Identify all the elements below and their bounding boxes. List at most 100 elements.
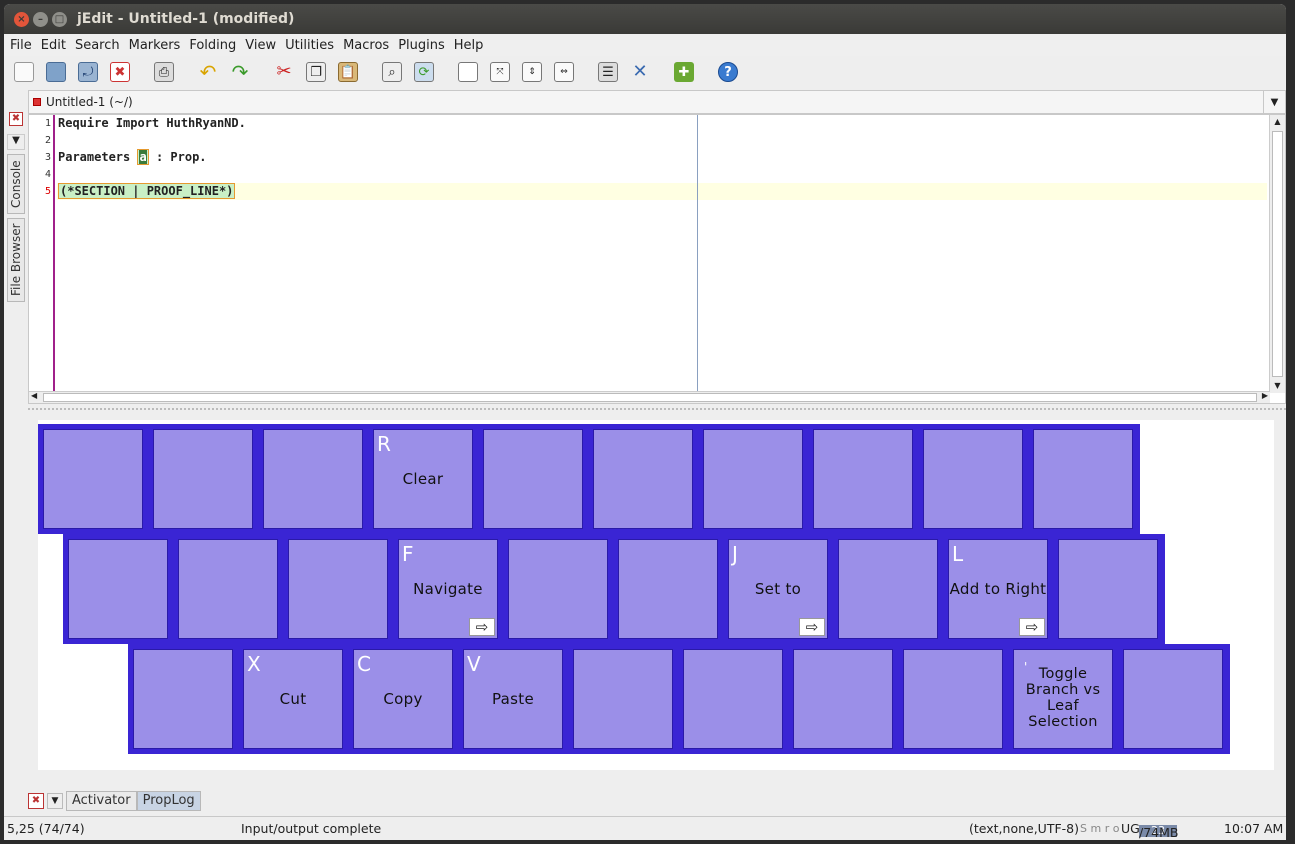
empty-key[interactable] — [618, 539, 718, 639]
plugin-manager-button[interactable]: ✚ — [670, 59, 698, 85]
tab-console[interactable]: Console — [7, 154, 25, 214]
editor-text[interactable]: Require Import HuthRyanND. Parameters a … — [57, 115, 1267, 393]
dock-menu-icon[interactable]: ▼ — [47, 793, 63, 809]
empty-key[interactable] — [903, 649, 1003, 749]
close-window-button[interactable]: × — [14, 11, 29, 27]
empty-key[interactable] — [153, 429, 253, 529]
new-view-button[interactable] — [454, 59, 482, 85]
key-copy[interactable]: C Copy — [353, 649, 453, 749]
menu-plugins[interactable]: Plugins — [398, 38, 445, 53]
key-add-to-right[interactable]: L Add to Right ⇨ — [948, 539, 1048, 639]
code-line-3: Parameters a : Prop. — [57, 149, 1267, 166]
undo-button[interactable]: ↶ — [194, 59, 222, 85]
unsplit-button[interactable]: ⇔ — [550, 59, 578, 85]
menu-utilities[interactable]: Utilities — [285, 38, 334, 53]
empty-key[interactable] — [923, 429, 1023, 529]
tab-file-browser[interactable]: File Browser — [7, 218, 25, 302]
scroll-thumb[interactable] — [1272, 131, 1283, 377]
buffer-switcher[interactable]: Untitled-1 (~/) ▼ — [28, 90, 1286, 114]
print-button[interactable]: ⎙ — [150, 59, 178, 85]
empty-key[interactable] — [68, 539, 168, 639]
split-pane-divider[interactable] — [28, 408, 1286, 414]
key-letter: C — [357, 652, 371, 676]
find-replace-button[interactable]: ⟳ — [410, 59, 438, 85]
key-cut[interactable]: X Cut — [243, 649, 343, 749]
empty-key[interactable] — [178, 539, 278, 639]
text-area[interactable]: 1 2 3 4 5 Require Import HuthRyanND. Par… — [28, 114, 1286, 404]
new-file-button[interactable]: ​ — [10, 59, 38, 85]
plugin-options-icon: ✕ — [632, 61, 648, 82]
menu-markers[interactable]: Markers — [129, 38, 181, 53]
global-options-button[interactable]: ☰ — [594, 59, 622, 85]
menu-search[interactable]: Search — [75, 38, 120, 53]
minimize-window-button[interactable]: – — [33, 11, 48, 27]
help-button[interactable]: ? — [714, 59, 742, 85]
tab-proplog[interactable]: PropLog — [136, 791, 201, 811]
title-bar: × – □ jEdit - Untitled-1 (modified) — [4, 4, 1286, 34]
status-message: Input/output complete — [241, 821, 382, 836]
close-dock-icon[interactable]: ✖ — [9, 112, 23, 126]
line-number: 4 — [44, 169, 51, 180]
menu-edit[interactable]: Edit — [41, 38, 66, 53]
close-dock-icon[interactable]: ✖ — [28, 793, 44, 809]
empty-key[interactable] — [1058, 539, 1158, 639]
split-vertical-button[interactable]: ⇕ — [518, 59, 546, 85]
status-flags[interactable]: S m r o — [1080, 822, 1119, 835]
maximize-window-button[interactable]: □ — [52, 11, 67, 27]
status-flags-2[interactable]: UG — [1121, 821, 1140, 836]
caret-position[interactable]: 5,25 (74/74) — [7, 821, 85, 836]
empty-key[interactable] — [508, 539, 608, 639]
empty-key[interactable] — [793, 649, 893, 749]
find-button[interactable]: ⌕ — [378, 59, 406, 85]
paste-button[interactable]: 📋 — [334, 59, 362, 85]
open-file-button[interactable] — [42, 59, 70, 85]
key-paste[interactable]: V Paste — [463, 649, 563, 749]
key-toggle-branch-vs-leaf-selection[interactable]: ' Toggle Branch vs Leaf Selection — [1013, 649, 1113, 749]
empty-key[interactable] — [593, 429, 693, 529]
split-horizontal-icon: ⤧ — [490, 62, 510, 82]
jedit-window: × – □ jEdit - Untitled-1 (modified) File… — [4, 4, 1286, 840]
empty-key[interactable] — [703, 429, 803, 529]
reload-button[interactable]: ⤾ — [74, 59, 102, 85]
buffer-mode[interactable]: (text,none,UTF-8) — [969, 821, 1079, 836]
split-horizontal-button[interactable]: ⤧ — [486, 59, 514, 85]
empty-key[interactable] — [1033, 429, 1133, 529]
menu-view[interactable]: View — [245, 38, 276, 53]
line-number-current: 5 — [44, 186, 51, 197]
empty-key[interactable] — [1123, 649, 1223, 749]
empty-key[interactable] — [683, 649, 783, 749]
chevron-down-icon[interactable]: ▼ — [1263, 91, 1285, 113]
redo-button[interactable]: ↷ — [226, 59, 254, 85]
dock-menu-icon[interactable]: ▼ — [7, 134, 25, 150]
split-vertical-icon: ⇕ — [522, 62, 542, 82]
empty-key[interactable] — [43, 429, 143, 529]
menu-file[interactable]: File — [10, 38, 32, 53]
empty-key[interactable] — [813, 429, 913, 529]
scroll-right-icon[interactable]: ▶ — [1262, 391, 1268, 400]
key-clear[interactable]: R Clear — [373, 429, 473, 529]
empty-key[interactable] — [133, 649, 233, 749]
menu-help[interactable]: Help — [454, 38, 484, 53]
horizontal-scrollbar[interactable]: ◀ ▶ — [29, 391, 1270, 403]
copy-button[interactable]: ❐ — [302, 59, 330, 85]
scroll-down-icon[interactable]: ▼ — [1270, 379, 1285, 393]
key-set-to[interactable]: J Set to ⇨ — [728, 539, 828, 639]
close-file-button[interactable]: ✖ — [106, 59, 134, 85]
scroll-left-icon[interactable]: ◀ — [31, 391, 37, 400]
empty-key[interactable] — [288, 539, 388, 639]
plugin-manager-icon: ✚ — [674, 62, 694, 82]
selected-node: a — [137, 149, 149, 165]
scroll-up-icon[interactable]: ▲ — [1270, 115, 1285, 129]
scroll-thumb[interactable] — [43, 393, 1257, 402]
empty-key[interactable] — [263, 429, 363, 529]
empty-key[interactable] — [573, 649, 673, 749]
menu-macros[interactable]: Macros — [343, 38, 389, 53]
empty-key[interactable] — [838, 539, 938, 639]
plugin-options-button[interactable]: ✕ — [626, 59, 654, 85]
cut-button[interactable]: ✂ — [270, 59, 298, 85]
key-navigate[interactable]: F Navigate ⇨ — [398, 539, 498, 639]
tab-activator[interactable]: Activator — [66, 791, 137, 811]
menu-folding[interactable]: Folding — [189, 38, 236, 53]
vertical-scrollbar[interactable]: ▲ ▼ — [1269, 115, 1285, 393]
empty-key[interactable] — [483, 429, 583, 529]
